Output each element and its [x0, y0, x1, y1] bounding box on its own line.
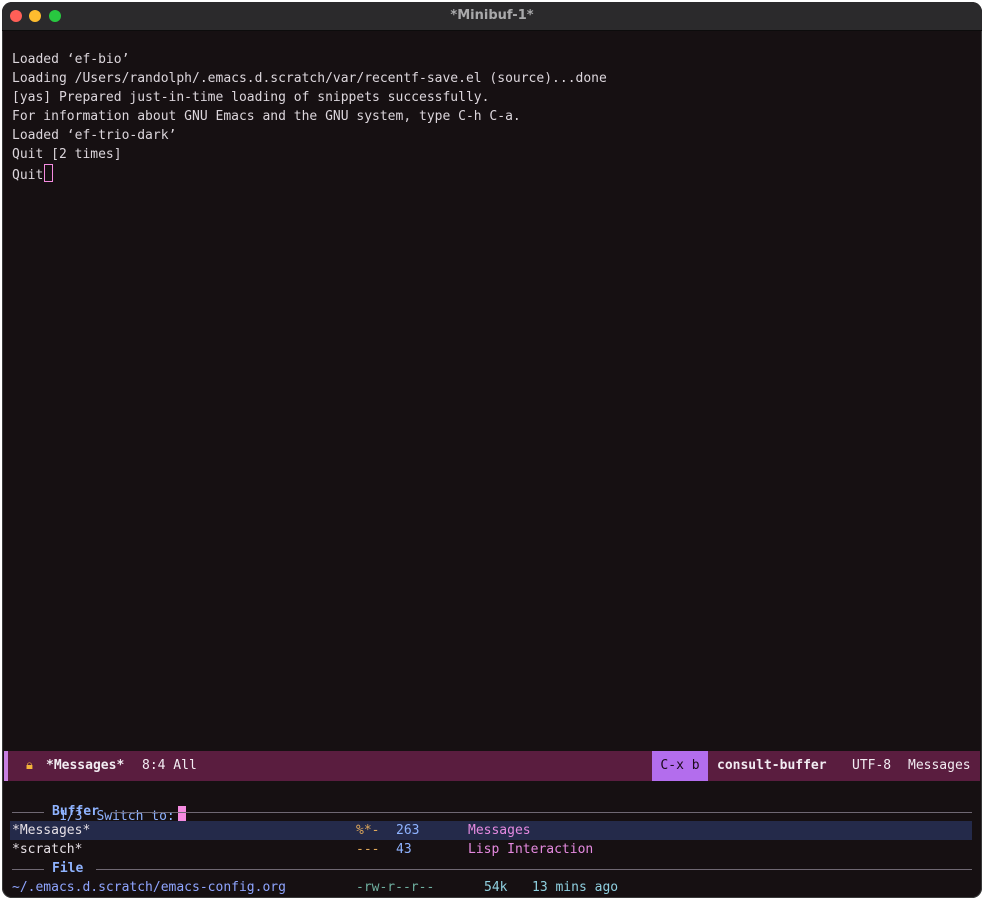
candidate-name: *Messages* [12, 823, 91, 838]
mode-line-keys: C-x b [652, 751, 708, 781]
window-title: *Minibuf-1* [450, 8, 534, 23]
title-bar: *Minibuf-1* [2, 2, 982, 31]
message-line: Loaded ‘ef-trio-dark’ [12, 128, 177, 143]
candidate-mode: Messages [468, 823, 531, 838]
emacs-window: *Minibuf-1* Loaded ‘ef-bio’ Loading /Use… [2, 2, 982, 898]
minibuffer-prompt-line[interactable]: 1/3 Switch to: [12, 781, 186, 824]
group-rule [112, 812, 972, 813]
candidate-modified-flag: %*- [356, 823, 380, 838]
group-rule [96, 869, 972, 870]
candidate-modified-flag: --- [356, 842, 380, 857]
group-header-buffer: Buffer [12, 802, 972, 821]
candidate-size: 43 [396, 842, 412, 857]
candidate-size: 263 [396, 823, 420, 838]
group-header-file: File [12, 859, 972, 878]
mode-line-command: consult-buffer [717, 758, 827, 773]
candidate-buffer-messages[interactable]: *Messages* %*- 263 Messages [10, 821, 972, 840]
messages-buffer[interactable]: Loaded ‘ef-bio’ Loading /Users/randolph/… [12, 50, 607, 183]
mode-line-position: 8:4 All [142, 758, 197, 773]
message-line: Loaded ‘ef-bio’ [12, 52, 130, 67]
minibuffer: 1/3 Switch to: Buffer *Messages* %*- 263 … [2, 781, 982, 898]
group-rule [12, 812, 44, 813]
group-rule [12, 869, 44, 870]
mode-line-buffer-name[interactable]: *Messages* [46, 751, 124, 781]
group-title: Buffer [52, 804, 99, 819]
candidate-permissions: -rw-r--r-- [356, 880, 435, 895]
candidate-buffer-scratch[interactable]: *scratch* --- 43 Lisp Interaction [10, 840, 972, 859]
message-line: For information about GNU Emacs and the … [12, 109, 521, 124]
group-title: File [52, 861, 84, 876]
buffer-cursor [44, 164, 54, 182]
active-window-indicator [4, 751, 8, 781]
message-line: Quit [2 times] [12, 147, 122, 162]
mode-line: 🔒︎ *Messages* 8:4 All C-x b consult-buff… [4, 751, 980, 781]
message-line: Loading /Users/randolph/.emacs.d.scratch… [12, 71, 607, 86]
candidate-name: *scratch* [12, 842, 83, 857]
candidate-mode: Lisp Interaction [468, 842, 594, 857]
candidate-file-emacs-config[interactable]: ~/.emacs.d.scratch/emacs-config.org -rw-… [10, 878, 972, 897]
candidate-file-size: 54k [484, 880, 508, 895]
mode-line-major-mode[interactable]: Messages [908, 751, 971, 781]
candidate-file-path: ~/.emacs.d.scratch/emacs-config.org [12, 880, 286, 895]
message-line-last: Quit [12, 164, 607, 183]
message-text: Quit [12, 168, 44, 183]
mode-line-encoding[interactable]: UTF-8 [852, 751, 891, 781]
message-line: [yas] Prepared just-in-time loading of s… [12, 90, 490, 105]
candidate-modified-time: 13 mins ago [532, 880, 619, 895]
lock-icon: 🔒︎ [26, 758, 33, 773]
